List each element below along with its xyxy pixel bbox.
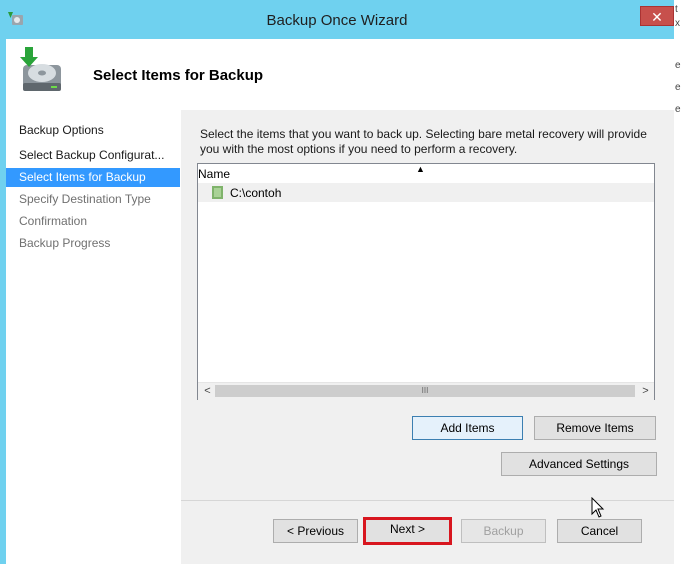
folder-checkbox-icon[interactable] bbox=[212, 186, 223, 199]
window-title: Backup Once Wizard bbox=[266, 12, 408, 29]
wizard-client-area: Select Items for Backup Backup Options S… bbox=[6, 39, 674, 564]
step-specify-destination-type: Specify Destination Type bbox=[19, 192, 151, 206]
background-text: e bbox=[675, 60, 681, 71]
content-pane: Select the items that you want to back u… bbox=[181, 110, 674, 564]
backup-button: Backup bbox=[461, 519, 546, 543]
background-text: x bbox=[675, 18, 680, 29]
scroll-thumb[interactable]: III bbox=[215, 385, 635, 397]
wizard-window: Backup Once Wizard ✕ Select Items for Ba… bbox=[0, 0, 674, 564]
background-text: e bbox=[675, 104, 681, 115]
step-select-items-for-backup[interactable]: Select Items for Backup bbox=[6, 168, 180, 187]
step-backup-progress: Backup Progress bbox=[19, 236, 111, 250]
column-header-name[interactable]: Name bbox=[198, 167, 230, 181]
background-window-strip: t x e e e bbox=[673, 0, 687, 564]
backup-items-list[interactable]: Name ▲ C:\contoh < III > bbox=[197, 163, 655, 400]
list-header: Name ▲ bbox=[198, 164, 654, 184]
step-backup-options[interactable]: Backup Options bbox=[6, 121, 180, 140]
cancel-button[interactable]: Cancel bbox=[557, 519, 642, 543]
close-button[interactable]: ✕ bbox=[640, 6, 674, 26]
add-items-button[interactable]: Add Items bbox=[412, 416, 523, 440]
remove-items-button[interactable]: Remove Items bbox=[534, 416, 656, 440]
previous-button[interactable]: < Previous bbox=[273, 519, 358, 543]
mouse-cursor-icon bbox=[591, 497, 605, 518]
sort-ascending-icon: ▲ bbox=[416, 164, 425, 174]
next-button[interactable]: Next > bbox=[363, 517, 452, 545]
background-text: e bbox=[675, 82, 681, 93]
page-title: Select Items for Backup bbox=[93, 67, 264, 84]
step-confirmation: Confirmation bbox=[19, 214, 88, 228]
horizontal-scrollbar[interactable]: < III > bbox=[198, 382, 654, 400]
background-text: t bbox=[675, 4, 678, 15]
step-select-backup-configuration[interactable]: Select Backup Configurat... bbox=[6, 146, 180, 165]
advanced-settings-button[interactable]: Advanced Settings bbox=[501, 452, 657, 476]
scroll-right-button[interactable]: > bbox=[638, 384, 653, 399]
title-bar[interactable]: Backup Once Wizard ✕ bbox=[0, 0, 674, 39]
wizard-header: Select Items for Backup bbox=[6, 39, 674, 109]
list-item-label: C:\contoh bbox=[230, 186, 282, 200]
steps-sidebar: Backup Options Select Backup Configurat.… bbox=[6, 110, 180, 564]
backup-drive-icon bbox=[20, 47, 61, 91]
scroll-left-button[interactable]: < bbox=[200, 384, 215, 399]
list-item[interactable]: C:\contoh bbox=[198, 183, 654, 202]
instruction-text: Select the items that you want to back u… bbox=[200, 127, 647, 156]
